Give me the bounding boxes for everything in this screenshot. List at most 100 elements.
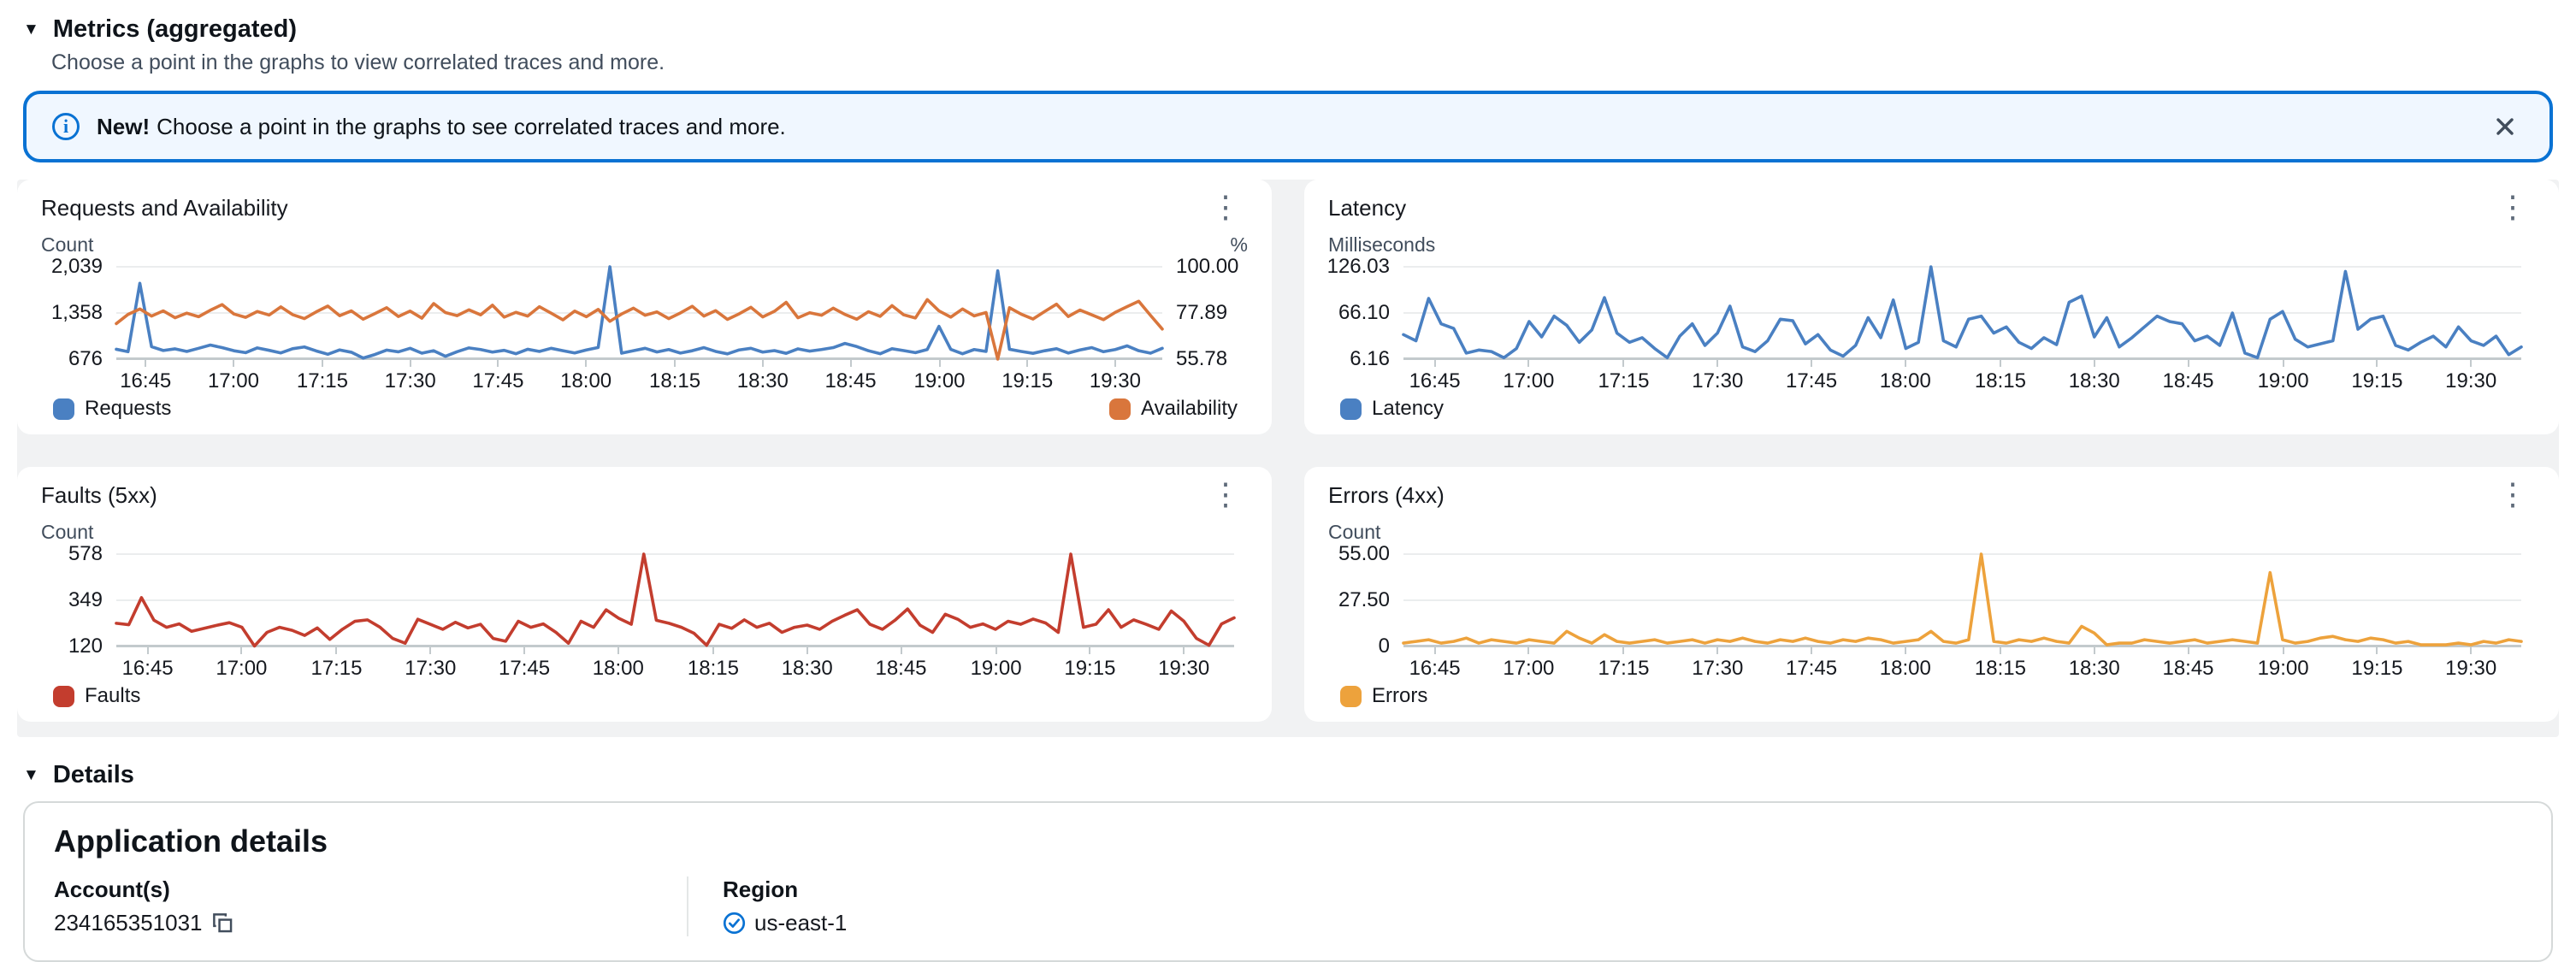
legend-item-availability[interactable]: Availability xyxy=(1109,397,1238,421)
x-axis-labels: 16:4517:0017:1517:3017:4518:0018:1518:30… xyxy=(1403,646,2521,681)
x-axis-tick-label: 18:30 xyxy=(2069,657,2120,681)
x-axis-tick-label: 17:15 xyxy=(310,657,362,681)
banner-message-bold: New! xyxy=(97,114,150,139)
x-axis-labels: 16:4517:0017:1517:3017:4518:0018:1518:30… xyxy=(116,646,1234,681)
y-axis-tick-label: 55.00 xyxy=(1338,542,1390,566)
x-axis-tick-label: 16:45 xyxy=(120,369,171,393)
errors-line-series[interactable] xyxy=(1403,554,2521,645)
y-axis-tick-label: 55.78 xyxy=(1176,347,1227,371)
accounts-value: 234165351031 xyxy=(54,910,203,936)
x-axis-tick-label: 18:30 xyxy=(737,369,789,393)
chart-plot-area[interactable] xyxy=(1403,267,2521,359)
chart-legend: Faults xyxy=(41,681,1248,711)
x-axis-tick-label: 19:15 xyxy=(1064,657,1115,681)
metrics-section-subtitle: Choose a point in the graphs to view cor… xyxy=(0,44,2576,75)
legend-label: Errors xyxy=(1372,684,1427,708)
x-axis-tick-label: 17:45 xyxy=(499,657,550,681)
x-axis-tick-label: 17:15 xyxy=(1598,657,1649,681)
y-axis-unit-left: Count xyxy=(1328,521,1380,544)
banner-close-button[interactable] xyxy=(2486,108,2524,145)
y-axis-tick-label: 66.10 xyxy=(1338,301,1390,325)
copy-account-button[interactable] xyxy=(211,912,234,935)
details-section-title: Details xyxy=(53,761,134,789)
y-axis-labels-left: 578349120 xyxy=(41,554,116,646)
x-axis-tick-label: 17:30 xyxy=(405,657,456,681)
y-axis-tick-label: 1,358 xyxy=(51,301,103,325)
chart-plot-area[interactable] xyxy=(116,554,1234,646)
legend-swatch xyxy=(1109,398,1131,420)
chart-card-faults: Faults (5xx) ⋮ Count 578349120 16:4517:0… xyxy=(17,467,1272,722)
chart-plot-area[interactable] xyxy=(116,267,1162,359)
x-axis-tick-label: 19:15 xyxy=(1001,369,1053,393)
region-value: us-east-1 xyxy=(754,910,847,936)
application-signals-metrics-page: { "colors": { "accent": "#0972d3", "bann… xyxy=(0,0,2576,946)
x-axis-tick-label: 19:30 xyxy=(2445,657,2496,681)
y-axis-tick-label: 349 xyxy=(68,588,103,612)
chart-card-latency: Latency ⋮ Milliseconds 126.0366.106.16 1… xyxy=(1304,180,2559,434)
x-axis-tick-label: 17:45 xyxy=(472,369,523,393)
banner-message: New!Choose a point in the graphs to see … xyxy=(97,114,786,140)
x-axis-tick-label: 17:45 xyxy=(1786,369,1837,393)
overflow-menu-icon[interactable]: ⋮ xyxy=(2490,195,2535,218)
collapse-caret-icon[interactable]: ▼ xyxy=(23,767,39,783)
x-axis-tick-label: 18:45 xyxy=(2162,657,2213,681)
info-icon: i xyxy=(52,113,80,140)
legend-item-errors[interactable]: Errors xyxy=(1340,684,1427,708)
latency-line-series[interactable] xyxy=(1403,267,2521,357)
x-axis-tick-label: 16:45 xyxy=(122,657,174,681)
legend-item-requests[interactable]: Requests xyxy=(53,397,171,421)
y-axis-tick-label: 27.50 xyxy=(1338,588,1390,612)
x-axis-tick-label: 17:00 xyxy=(208,369,259,393)
x-axis-tick-label: 18:15 xyxy=(1975,369,2026,393)
x-axis-tick-label: 18:45 xyxy=(875,657,926,681)
x-axis-tick-label: 19:15 xyxy=(2351,657,2402,681)
x-axis-tick-label: 17:00 xyxy=(1503,369,1554,393)
region-label: Region xyxy=(723,876,847,903)
x-axis-tick-label: 19:00 xyxy=(913,369,965,393)
application-details-card: Application details Account(s) 234165351… xyxy=(23,801,2553,962)
x-axis-tick-label: 18:30 xyxy=(782,657,833,681)
overflow-menu-icon[interactable]: ⋮ xyxy=(2490,482,2535,505)
x-axis-tick-label: 18:30 xyxy=(2069,369,2120,393)
chart-plot-area[interactable] xyxy=(1403,554,2521,646)
chart-card-errors: Errors (4xx) ⋮ Count 55.0027.500 16:4517… xyxy=(1304,467,2559,722)
y-axis-tick-label: 6.16 xyxy=(1350,347,1390,371)
metrics-section-header[interactable]: ▼ Metrics (aggregated) xyxy=(0,0,2576,44)
legend-swatch xyxy=(1340,398,1362,420)
overflow-menu-icon[interactable]: ⋮ xyxy=(1203,482,1248,505)
legend-label: Latency xyxy=(1372,397,1444,421)
close-icon xyxy=(2491,113,2519,140)
x-axis-tick-label: 18:45 xyxy=(2162,369,2213,393)
x-axis-tick-label: 17:30 xyxy=(1692,369,1743,393)
chart-legend: Latency xyxy=(1328,393,2535,424)
application-details-title: Application details xyxy=(54,823,2522,859)
y-axis-tick-label: 2,039 xyxy=(51,255,103,279)
x-axis-tick-label: 17:15 xyxy=(1598,369,1649,393)
x-axis-tick-label: 17:15 xyxy=(297,369,348,393)
legend-label: Requests xyxy=(85,397,171,421)
x-axis-tick-label: 18:00 xyxy=(1880,657,1931,681)
legend-swatch xyxy=(53,398,74,420)
legend-label: Faults xyxy=(85,684,140,708)
y-axis-tick-label: 77.89 xyxy=(1176,301,1227,325)
y-axis-labels-left: 2,0391,358676 xyxy=(41,267,116,359)
faults-line-series[interactable] xyxy=(116,554,1234,646)
x-axis-labels: 16:4517:0017:1517:3017:4518:0018:1518:30… xyxy=(116,359,1162,393)
y-axis-tick-label: 676 xyxy=(68,347,103,371)
x-axis-tick-label: 19:00 xyxy=(971,657,1022,681)
x-axis-tick-label: 19:00 xyxy=(2258,369,2309,393)
x-axis-tick-label: 19:30 xyxy=(1090,369,1141,393)
x-axis-tick-label: 19:15 xyxy=(2351,369,2402,393)
legend-swatch xyxy=(1340,686,1362,707)
x-axis-tick-label: 17:00 xyxy=(1503,657,1554,681)
x-axis-tick-label: 18:45 xyxy=(825,369,877,393)
legend-swatch xyxy=(53,686,74,707)
legend-item-latency[interactable]: Latency xyxy=(1340,397,1444,421)
chart-legend: Errors xyxy=(1328,681,2535,711)
x-axis-tick-label: 17:30 xyxy=(385,369,436,393)
collapse-caret-icon[interactable]: ▼ xyxy=(23,21,39,38)
details-section-header[interactable]: ▼ Details xyxy=(0,737,2576,789)
overflow-menu-icon[interactable]: ⋮ xyxy=(1203,195,1248,218)
y-axis-labels-right: 100.0077.8955.78 xyxy=(1162,267,1248,359)
legend-item-faults[interactable]: Faults xyxy=(53,684,140,708)
